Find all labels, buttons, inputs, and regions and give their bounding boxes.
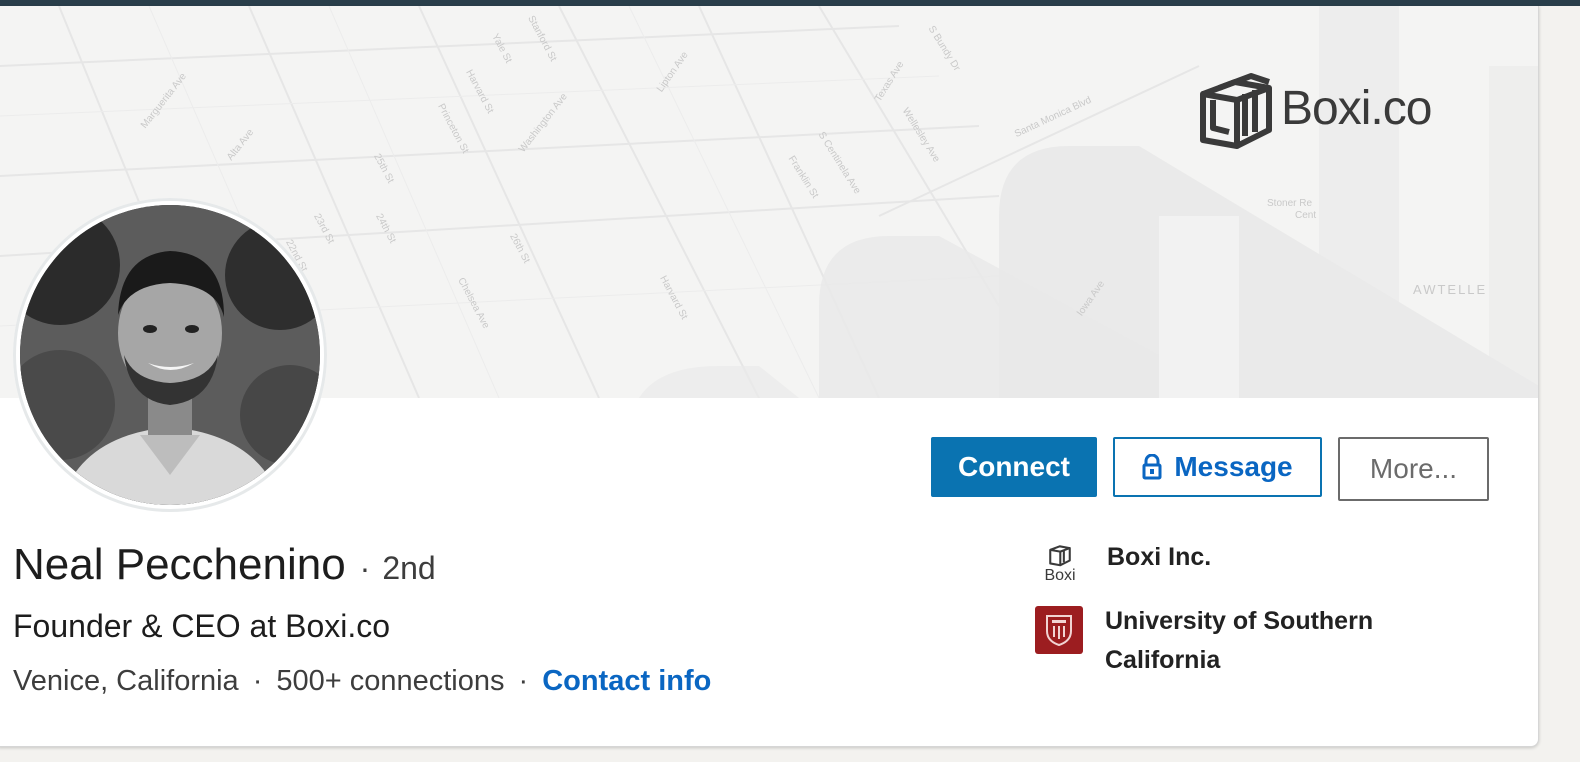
school-name: University of Southern California [1105, 607, 1374, 674]
boxi-brand-logo: Boxi.co [1197, 64, 1432, 152]
company-name: Boxi Inc. [1107, 543, 1212, 571]
brand-wordmark: Boxi.co [1281, 81, 1432, 135]
connection-degree: · 2nd [359, 550, 436, 586]
connections-count: 500+ connections [276, 665, 505, 697]
boxi-logo-icon [1200, 73, 1272, 149]
location: Venice, California [13, 665, 239, 697]
boxi-company-logo: Boxi [1035, 538, 1085, 588]
degree-label: 2nd [382, 550, 436, 586]
profile-meta: Venice, California · 500+ connections · … [13, 665, 711, 698]
contact-info-link[interactable]: Contact info [542, 665, 711, 698]
message-label: Message [1174, 451, 1293, 482]
portrait-image [20, 205, 320, 505]
boxi-logo-text: Boxi [1044, 567, 1076, 584]
seal-shield-icon [1046, 615, 1072, 647]
lock-icon [1142, 454, 1162, 480]
experience-education-summary: Boxi Boxi Inc. University of Southern Ca… [1035, 538, 1427, 694]
profile-actions: Connect Message More... [931, 437, 1489, 501]
profile-photo[interactable] [13, 198, 327, 512]
current-company[interactable]: Boxi Boxi Inc. [1035, 538, 1427, 588]
profile-headline: Founder & CEO at Boxi.co [13, 608, 391, 644]
name-row: Neal Pecchenino · 2nd [13, 540, 436, 590]
profile-card: Marguerita Ave Alta Ave Harvard St Yale … [0, 6, 1539, 747]
education-school[interactable]: University of Southern California [1035, 602, 1427, 680]
more-label: More... [1369, 453, 1458, 484]
profile-name: Neal Pecchenino [13, 540, 346, 589]
message-button[interactable]: Message [1113, 437, 1322, 497]
map-label: Stoner Re [1267, 198, 1313, 209]
map-label: Cent [1295, 210, 1317, 221]
boxi-logo-icon [1049, 545, 1071, 567]
connect-label: Connect [958, 451, 1070, 482]
usc-seal-icon [1035, 606, 1083, 654]
separator-dot: · [252, 665, 263, 697]
map-label: AWTELLE [1413, 282, 1488, 297]
more-button[interactable]: More... [1338, 437, 1489, 501]
avatar [20, 205, 320, 505]
separator-dot: · [518, 665, 529, 697]
connect-button[interactable]: Connect [931, 437, 1097, 497]
